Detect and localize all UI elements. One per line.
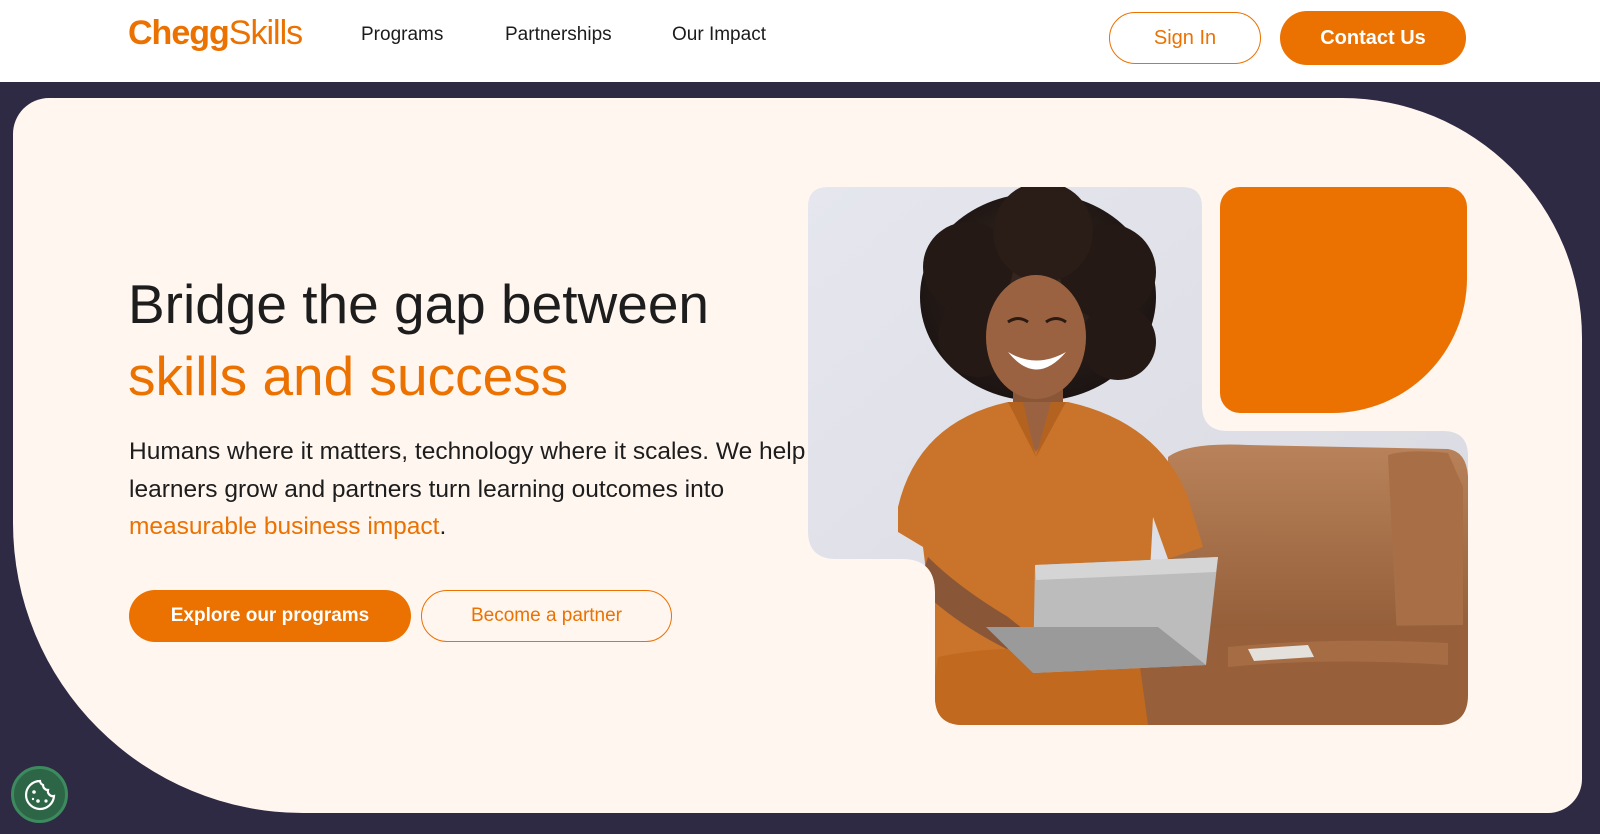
nav-our-impact[interactable]: Our Impact (672, 24, 766, 46)
become-partner-button[interactable]: Become a partner (421, 590, 672, 642)
nav-programs[interactable]: Programs (361, 24, 443, 46)
hero-description: Humans where it matters, technology wher… (129, 433, 809, 546)
contact-us-button[interactable]: Contact Us (1280, 11, 1466, 65)
hero-headline: Bridge the gap between skills and succes… (128, 268, 709, 412)
logo-text-skills: Skills (228, 14, 303, 52)
cookie-icon (24, 779, 55, 810)
hero-section: Bridge the gap between skills and succes… (13, 98, 1582, 813)
headline-line-1: Bridge the gap between (128, 273, 709, 335)
explore-programs-button[interactable]: Explore our programs (129, 590, 411, 642)
logo-text-chegg: Chegg (128, 14, 230, 52)
sign-in-button[interactable]: Sign In (1109, 12, 1261, 64)
hero-description-text: Humans where it matters, technology wher… (129, 438, 806, 503)
site-header: CheggSkills Programs Partnerships Our Im… (0, 0, 1600, 82)
chegg-skills-logo[interactable]: CheggSkills (128, 14, 303, 53)
headline-line-2: skills and success (128, 345, 569, 407)
measurable-impact-highlight: measurable business impact (129, 513, 440, 540)
hero-photo (808, 187, 1468, 725)
nav-partnerships[interactable]: Partnerships (505, 24, 612, 46)
cookie-settings-button[interactable] (11, 766, 68, 823)
hero-description-end: . (439, 513, 447, 540)
